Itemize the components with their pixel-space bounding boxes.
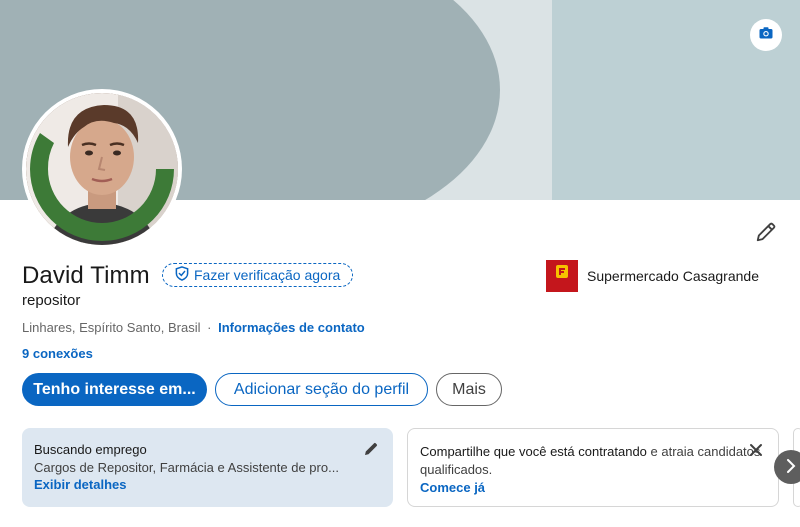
open-to-work-card: Buscando emprego Cargos de Repositor, Fa… — [22, 428, 393, 507]
location-text: Linhares, Espírito Santo, Brasil — [22, 320, 201, 335]
verify-badge-label: Fazer verificação agora — [194, 267, 341, 283]
edit-intro-button[interactable] — [752, 220, 780, 248]
camera-icon — [758, 25, 774, 46]
pencil-icon — [363, 441, 379, 460]
company-name: Supermercado Casagrande — [587, 268, 759, 284]
connections-link[interactable]: 9 conexões — [22, 346, 93, 361]
dismiss-hiring-card-button[interactable] — [746, 441, 766, 461]
hiring-text: Compartilhe que você está contratando e … — [420, 443, 766, 479]
profile-name: David Timm — [22, 262, 150, 289]
hiring-card: Compartilhe que você está contratando e … — [407, 428, 779, 507]
company-logo — [546, 260, 578, 292]
open-to-button[interactable]: Tenho interesse em... — [22, 373, 207, 406]
edit-cover-button[interactable] — [750, 19, 782, 51]
close-icon — [749, 443, 763, 460]
location-separator: · — [207, 320, 212, 335]
current-company[interactable]: Supermercado Casagrande — [546, 260, 759, 292]
edit-open-to-work-button[interactable] — [361, 440, 381, 460]
add-profile-section-button[interactable]: Adicionar seção do perfil — [215, 373, 428, 406]
carousel-next-button[interactable] — [774, 450, 800, 484]
show-details-link[interactable]: Exibir detalhes — [34, 477, 126, 492]
profile-headline: repositor — [22, 292, 81, 309]
avatar-image — [26, 93, 178, 245]
location-row: Linhares, Espírito Santo, Brasil · Infor… — [22, 320, 365, 335]
shield-check-icon — [175, 266, 189, 284]
avatar — [26, 93, 178, 245]
get-started-link[interactable]: Comece já — [420, 480, 485, 495]
pencil-icon — [755, 221, 777, 248]
more-button[interactable]: Mais — [436, 373, 502, 406]
verify-now-badge[interactable]: Fazer verificação agora — [162, 263, 354, 287]
hiring-text-main: Compartilhe que você está contratando — [420, 444, 647, 459]
company-logo-image — [546, 260, 578, 292]
chevron-right-icon — [785, 457, 797, 478]
profile-photo[interactable] — [22, 89, 182, 249]
open-to-work-title: Buscando emprego — [34, 442, 147, 457]
contact-info-link[interactable]: Informações de contato — [218, 320, 365, 335]
open-to-work-roles: Cargos de Repositor, Farmácia e Assisten… — [34, 460, 339, 475]
